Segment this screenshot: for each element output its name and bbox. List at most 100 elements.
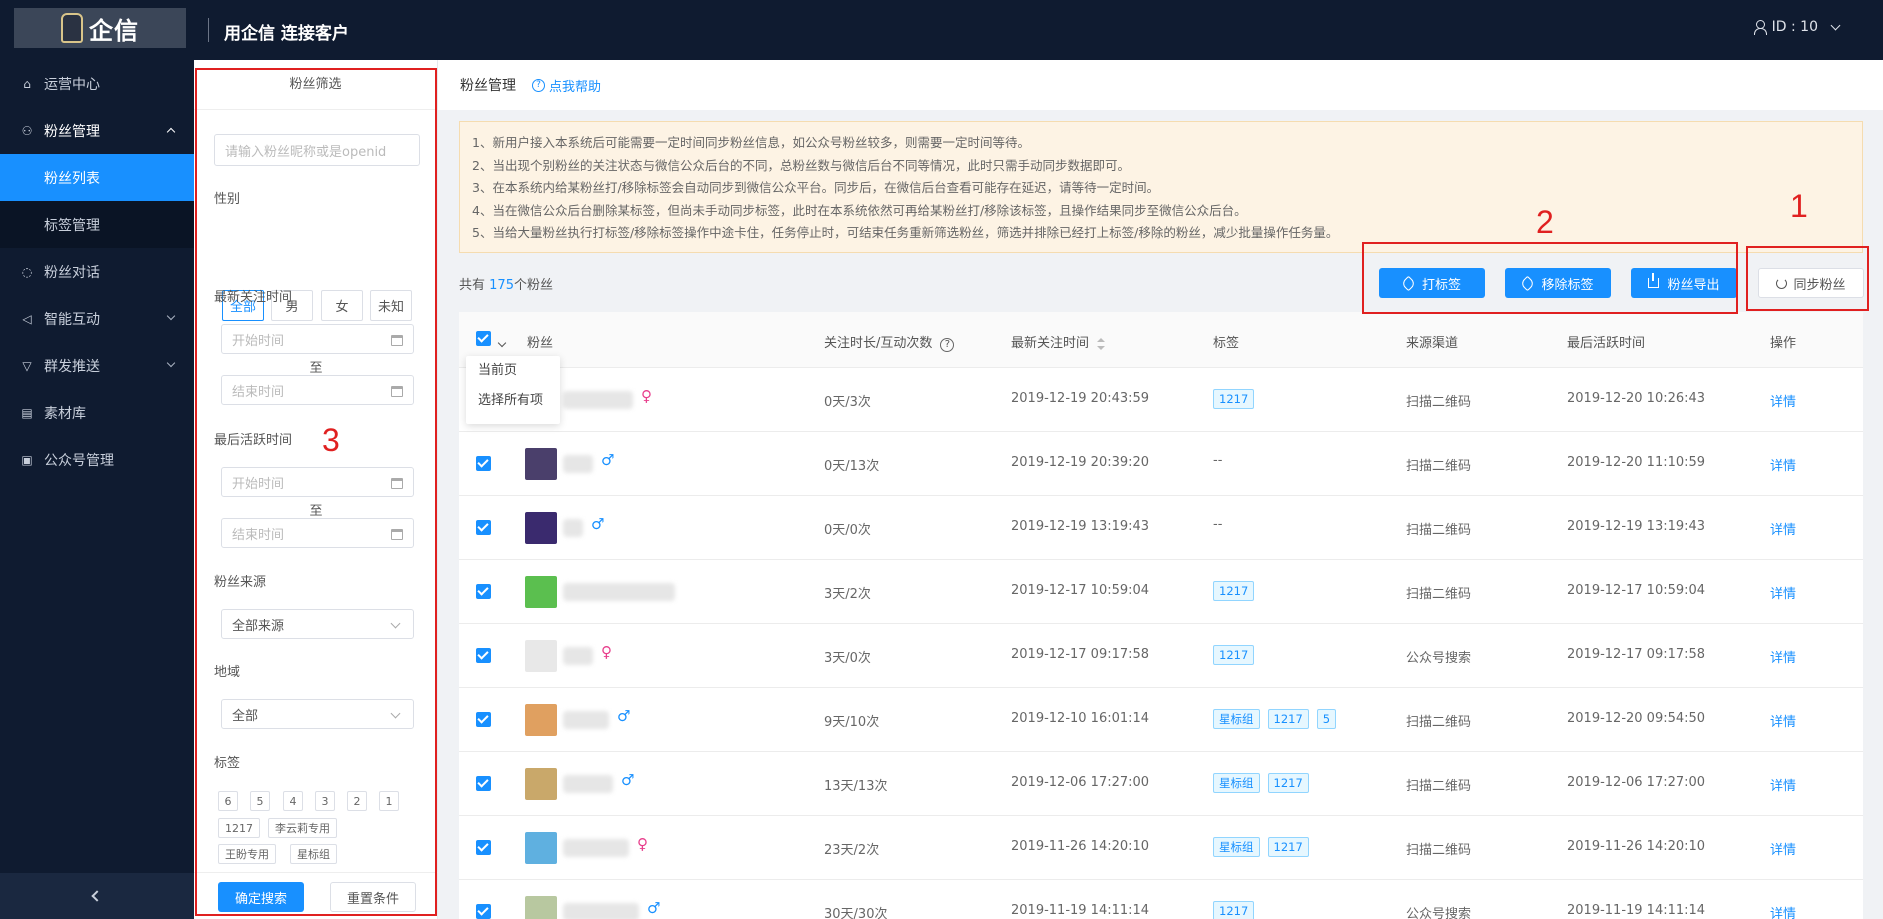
detail-link[interactable]: 详情 <box>1770 519 1796 538</box>
follow-duration: 0天/13次 <box>824 459 880 474</box>
detail-link[interactable]: 详情 <box>1770 455 1796 474</box>
last-active-time: 2019-11-26 14:20:10 <box>1567 839 1706 854</box>
sidebar-item-label: 运营中心 <box>44 76 100 93</box>
fan-tag: 星标组 <box>1213 773 1260 793</box>
count-value: 175 <box>489 278 514 293</box>
follow-duration: 23天/2次 <box>824 843 880 858</box>
tag-list: 1217 <box>1213 645 1262 665</box>
avatar <box>525 704 557 736</box>
fan-tag: 1217 <box>1213 645 1255 665</box>
follow-duration: 3天/0次 <box>824 651 871 666</box>
avatar <box>525 576 557 608</box>
sidebar-item-label: 粉丝对话 <box>44 264 100 281</box>
row-checkbox[interactable] <box>476 712 491 731</box>
table-row: ♂ 13天/13次 2019-12-06 17:27:00 星标组 1217 扫描二维码 2… <box>459 752 1863 816</box>
detail-link[interactable]: 详情 <box>1770 647 1796 666</box>
annotation-box-3 <box>195 68 437 916</box>
column-header: 关注时长/互动次数? <box>824 332 955 352</box>
user-id-label: ID : 10 <box>1771 19 1818 35</box>
sidebar-item-fans[interactable]: ⚇ 粉丝管理 <box>0 107 194 154</box>
fan-tag: 1217 <box>1267 837 1309 857</box>
source-channel: 扫描二维码 <box>1406 779 1472 794</box>
avatar <box>525 448 557 480</box>
gender-icon: ♀ <box>637 835 648 853</box>
sidebar-item-operations[interactable]: ⌂ 运营中心 <box>0 60 194 107</box>
sidebar-collapse-button[interactable] <box>0 873 194 919</box>
detail-link[interactable]: 详情 <box>1770 391 1796 410</box>
table-header: 粉丝 关注时长/互动次数? 最新关注时间 标签 来源渠道 最后活跃时间 操作 <box>459 312 1863 368</box>
fan-tag: 星标组 <box>1213 709 1260 729</box>
fan-nickname-blurred <box>563 903 639 919</box>
row-checkbox[interactable] <box>476 520 491 539</box>
column-header: 操作 <box>1770 336 1797 351</box>
chevron-down-icon <box>166 358 176 368</box>
row-checkbox[interactable] <box>476 584 491 603</box>
row-checkbox[interactable] <box>476 776 491 795</box>
chevron-down-icon <box>166 311 176 321</box>
count-prefix: 共有 <box>459 278 486 293</box>
tag-list: 1217 <box>1213 901 1262 919</box>
table-row: ♂ 9天/10次 2019-12-10 16:01:14 星标组 1217 5 扫描二维码 2… <box>459 688 1863 752</box>
sidebar-item-library[interactable]: ▤ 素材库 <box>0 389 194 436</box>
library-icon: ▤ <box>21 405 33 420</box>
gender-icon: ♂ <box>647 899 661 917</box>
detail-link[interactable]: 详情 <box>1770 583 1796 602</box>
detail-link[interactable]: 详情 <box>1770 775 1796 794</box>
sidebar-item-fan-chat[interactable]: ◌ 粉丝对话 <box>0 248 194 295</box>
avatar <box>525 832 557 864</box>
select-all-checkbox[interactable] <box>476 331 507 350</box>
sidebar-item-label: 公众号管理 <box>44 452 114 469</box>
top-bar: 企信 用企信 连接客户 ID : 10 <box>0 0 1883 60</box>
detail-link[interactable]: 详情 <box>1770 903 1796 919</box>
row-checkbox[interactable] <box>476 904 491 919</box>
follow-time: 2019-12-17 09:17:58 <box>1011 647 1150 662</box>
tag-list: -- <box>1213 517 1222 532</box>
question-icon[interactable]: ? <box>940 337 955 352</box>
sidebar-item-fan-list[interactable]: 粉丝列表 <box>0 154 194 201</box>
tag-list: 1217 <box>1213 581 1262 601</box>
follow-duration: 0天/0次 <box>824 523 871 538</box>
tag-list: 星标组 1217 <box>1213 837 1317 857</box>
logo-badge-icon <box>61 13 83 43</box>
source-channel: 扫描二维码 <box>1406 587 1472 602</box>
column-header-sortable[interactable]: 最新关注时间 <box>1011 332 1106 351</box>
gender-icon: ♂ <box>617 707 631 725</box>
sidebar-item-tag-management[interactable]: 标签管理 <box>0 201 194 248</box>
sidebar-item-smart-interaction[interactable]: ◁ 智能互动 <box>0 295 194 342</box>
select-current-page-option[interactable]: 当前页 <box>466 356 560 386</box>
last-active-time: 2019-12-06 17:27:00 <box>1567 775 1706 790</box>
fan-nickname-blurred <box>563 391 633 409</box>
column-header-label: 最新关注时间 <box>1011 336 1090 351</box>
avatar <box>525 512 557 544</box>
app-slogan: 用企信 连接客户 <box>224 24 349 44</box>
gender-icon: ♂ <box>591 515 605 533</box>
follow-duration: 30天/30次 <box>824 907 888 919</box>
checkbox <box>476 331 491 346</box>
sidebar-item-account-management[interactable]: ▣ 公众号管理 <box>0 436 194 483</box>
help-link[interactable]: ? 点我帮助 <box>532 76 601 95</box>
user-menu[interactable]: ID : 10 <box>1753 19 1841 35</box>
brand-divider <box>208 18 209 42</box>
gender-icon: ♀ <box>641 387 652 405</box>
annotation-number: 2 <box>1536 204 1554 240</box>
megaphone-icon: ◁ <box>22 311 32 326</box>
detail-link[interactable]: 详情 <box>1770 839 1796 858</box>
fan-nickname-blurred <box>563 775 613 793</box>
follow-duration: 9天/10次 <box>824 715 880 730</box>
tag-list: 星标组 1217 <box>1213 773 1317 793</box>
table-row: ♀ 0天/3次 2019-12-19 20:43:59 1217 扫描二维码 2019-1… <box>459 368 1863 432</box>
chevron-down-icon <box>497 338 507 348</box>
row-checkbox[interactable] <box>476 648 491 667</box>
row-checkbox[interactable] <box>476 840 491 859</box>
fan-count: 共有 175个粉丝 <box>459 274 553 293</box>
chevron-up-icon <box>166 127 176 137</box>
follow-time: 2019-11-19 14:11:14 <box>1011 903 1150 918</box>
row-checkbox[interactable] <box>476 456 491 475</box>
detail-link[interactable]: 详情 <box>1770 711 1796 730</box>
notice-line: 4、当在微信公众后台删除某标签，但尚未手动同步标签，此时在本系统依然可再给某粉丝… <box>472 202 1247 218</box>
notice-line: 1、新用户接入本系统后可能需要一定时间同步粉丝信息，如公众号粉丝较多，则需要一定… <box>472 135 1030 150</box>
sidebar-item-mass-push[interactable]: ▽ 群发推送 <box>0 342 194 389</box>
select-all-option[interactable]: 选择所有项 <box>466 386 560 416</box>
logo: 企信 <box>14 8 186 48</box>
column-header: 来源渠道 <box>1406 336 1459 351</box>
